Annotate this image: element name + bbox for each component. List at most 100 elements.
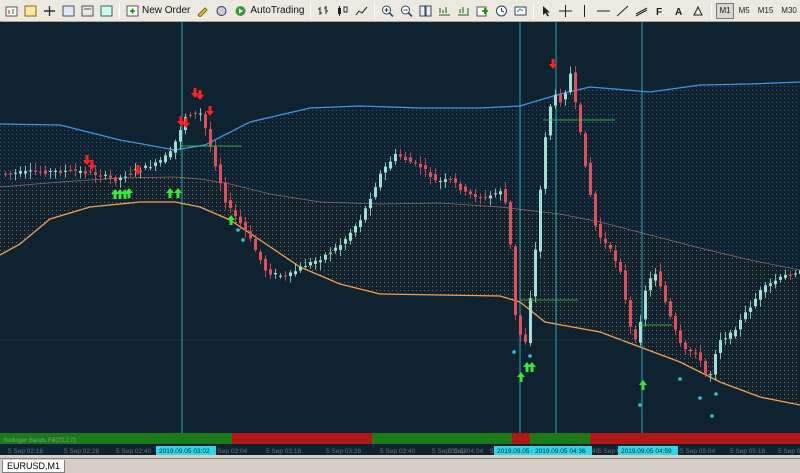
candle-body: [729, 332, 732, 339]
time-axis-label: 5 Sep 03:40: [380, 448, 415, 455]
candle-body: [474, 194, 477, 198]
candle-body: [144, 165, 147, 168]
candle-body: [719, 340, 722, 353]
indicators-icon[interactable]: [474, 2, 491, 20]
candle-body: [659, 271, 662, 287]
zoom-in-icon[interactable]: [379, 2, 396, 20]
navigator-icon[interactable]: [60, 2, 77, 20]
terminal-icon[interactable]: [79, 2, 96, 20]
vertical-line-icon[interactable]: [576, 2, 593, 20]
candle-body: [99, 175, 102, 177]
candle-body: [664, 285, 667, 302]
candle-body: [404, 156, 407, 161]
candle-body: [634, 329, 637, 340]
candle-body: [289, 272, 292, 277]
tile-windows-icon[interactable]: [417, 2, 434, 20]
candle-body: [294, 271, 297, 275]
candle-body: [389, 161, 392, 169]
trend-line-icon[interactable]: [614, 2, 631, 20]
candle-body: [169, 151, 172, 158]
time-axis-label: 5 Sep 03:04: [212, 448, 247, 455]
candle-body: [64, 170, 67, 172]
candle-body: [669, 301, 672, 317]
periods-icon[interactable]: [493, 2, 510, 20]
signal-dot: [698, 396, 702, 400]
new-order-icon: [126, 5, 139, 16]
new-order-button[interactable]: New Order: [123, 2, 193, 20]
candle-body: [189, 114, 192, 116]
strategy-tester-icon[interactable]: [98, 2, 115, 20]
candle-body: [754, 298, 757, 307]
candle-body: [34, 170, 37, 172]
text-tool-icon[interactable]: A: [671, 2, 688, 20]
main-toolbar: New Order AutoTrading F A M1M5M15M30H1H4: [0, 0, 800, 22]
time-axis-label: 5 Sep 02:16: [8, 448, 43, 455]
profiles-icon[interactable]: [22, 2, 39, 20]
candle-body: [534, 249, 537, 297]
timeframe-m1-button[interactable]: M1: [716, 2, 734, 19]
candlestick-icon[interactable]: [334, 2, 351, 20]
candle-body: [599, 223, 602, 238]
candle-body: [764, 285, 767, 293]
candle-body: [769, 283, 772, 286]
candle-body: [44, 170, 47, 174]
time-axis-label: 5 Sep 03:28: [326, 448, 361, 455]
price-chart[interactable]: Bollinger Bands Fill(20,2.0) 5 Sep 02:16 5…: [0, 22, 800, 455]
horizontal-line-icon[interactable]: [595, 2, 612, 20]
candle-body: [689, 349, 692, 352]
candle-body: [569, 73, 572, 93]
crosshair-icon[interactable]: [557, 2, 574, 20]
candle-body: [29, 170, 32, 172]
candle-body: [284, 275, 287, 277]
crosshair-move-icon[interactable]: [41, 2, 58, 20]
candle-body: [784, 275, 787, 278]
fibonacci-icon[interactable]: F: [652, 2, 669, 20]
candle-body: [94, 172, 97, 175]
candle-body: [419, 163, 422, 168]
candle-body: [759, 290, 762, 300]
bar-chart-icon[interactable]: [315, 2, 332, 20]
metaeditor-icon[interactable]: [194, 2, 211, 20]
candle-body: [324, 254, 327, 260]
sell-arrow-icon: [196, 90, 204, 100]
chart-tab-eurusd-m1[interactable]: EURUSD,M1: [2, 460, 66, 473]
signal-dot: [638, 403, 642, 407]
new-chart-icon[interactable]: [3, 2, 20, 20]
candle-body: [504, 188, 507, 203]
templates-icon[interactable]: [512, 2, 529, 20]
candle-body: [524, 334, 527, 343]
chart-canvas[interactable]: Bollinger Bands Fill(20,2.0) 5 Sep 02:16 5…: [0, 22, 800, 455]
timeframe-m15-button[interactable]: M15: [755, 3, 777, 19]
cursor-icon[interactable]: [538, 2, 555, 20]
shapes-icon[interactable]: [690, 2, 707, 20]
candle-body: [709, 374, 712, 376]
signal-dot: [678, 377, 682, 381]
candle-body: [434, 174, 437, 181]
timeframe-m5-button[interactable]: M5: [736, 3, 753, 19]
chart-shift-icon[interactable]: [436, 2, 453, 20]
candle-body: [379, 173, 382, 188]
candle-body: [559, 94, 562, 103]
candle-body: [749, 307, 752, 312]
candle-body: [629, 300, 632, 327]
auto-scroll-icon[interactable]: [455, 2, 472, 20]
zoom-out-icon[interactable]: [398, 2, 415, 20]
candle-body: [479, 197, 482, 199]
candle-body: [224, 182, 227, 203]
line-chart-icon[interactable]: [353, 2, 370, 20]
candle-body: [339, 245, 342, 250]
timeframe-m30-button[interactable]: M30: [778, 3, 800, 19]
market-watch-icon[interactable]: [213, 2, 230, 20]
autotrading-button[interactable]: AutoTrading: [231, 2, 307, 20]
candle-body: [14, 172, 17, 174]
candle-body: [589, 162, 592, 195]
channel-icon[interactable]: [633, 2, 650, 20]
candle-body: [459, 183, 462, 191]
candle-body: [424, 165, 427, 170]
candle-body: [129, 173, 132, 175]
time-axis-label: 5 Sep 03:16: [266, 448, 301, 455]
candle-body: [274, 272, 277, 275]
candle-body: [309, 262, 312, 266]
candle-body: [739, 319, 742, 330]
new-order-label: New Order: [142, 5, 191, 16]
